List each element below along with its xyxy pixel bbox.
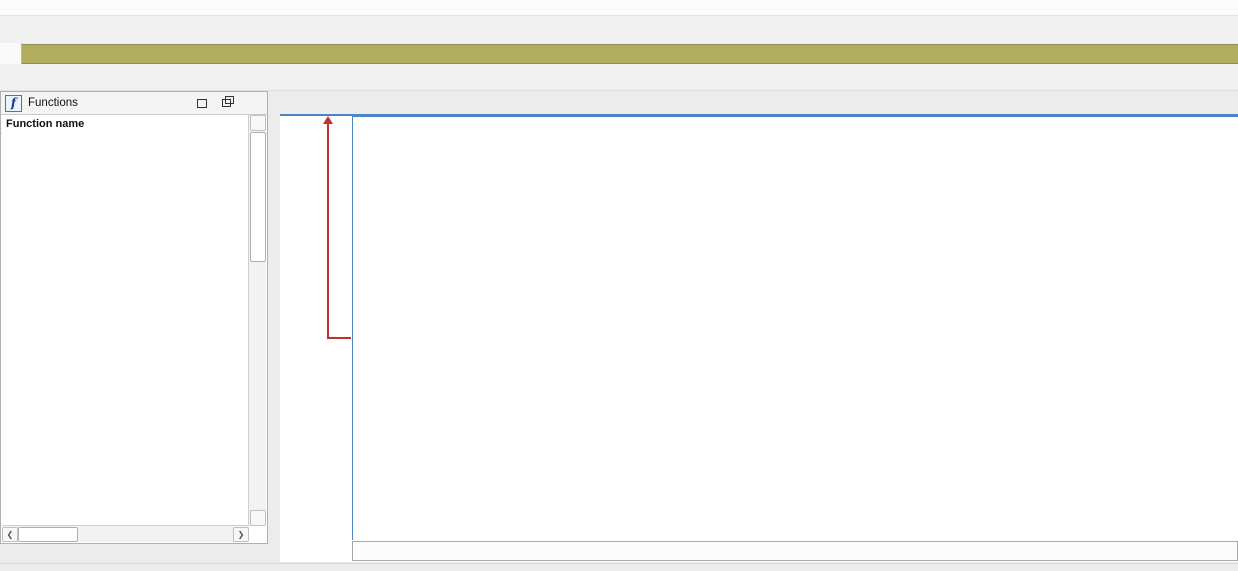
- navband-legend: [0, 64, 1238, 91]
- jump-arrow-line: [327, 122, 329, 339]
- navband-scroll-buttons: [0, 43, 22, 64]
- navband-left-icon[interactable]: [0, 43, 21, 53]
- workspace: [280, 90, 1238, 571]
- disassembly-status-bar: [352, 541, 1238, 561]
- functions-vertical-scrollbar[interactable]: [248, 115, 266, 526]
- functions-panel: f Functions Function name ❮ ❯: [0, 91, 268, 544]
- functions-list: [2, 133, 250, 528]
- view-tab-bar: [280, 90, 1238, 114]
- disassembly-listing[interactable]: [352, 116, 1238, 540]
- status-strip: [0, 563, 1238, 571]
- maximize-icon[interactable]: [195, 96, 209, 110]
- jump-arrow-gutter: [280, 116, 352, 540]
- toolbar: [0, 16, 1238, 44]
- functions-panel-titlebar[interactable]: f Functions: [1, 92, 267, 115]
- functions-panel-title: Functions: [28, 97, 195, 109]
- menu-bar: [0, 0, 1238, 16]
- ida-pro-window: f Functions Function name ❮ ❯: [0, 0, 1238, 571]
- disassembly-view[interactable]: [280, 116, 1238, 562]
- float-icon[interactable]: [219, 96, 233, 110]
- navigation-band[interactable]: [22, 44, 1238, 64]
- scrollbar-thumb[interactable]: [18, 527, 78, 542]
- scroll-right-icon[interactable]: ❯: [233, 527, 249, 542]
- scroll-left-icon[interactable]: ❮: [2, 527, 18, 542]
- function-name-column-header[interactable]: Function name: [1, 115, 267, 134]
- scrollbar-thumb[interactable]: [250, 132, 266, 262]
- navigation-band-row: [0, 43, 1238, 64]
- functions-horizontal-scrollbar[interactable]: ❮ ❯: [2, 525, 249, 542]
- scroll-down-icon[interactable]: [250, 510, 266, 526]
- navband-right-icon[interactable]: [0, 53, 21, 63]
- close-icon[interactable]: [243, 96, 257, 110]
- function-icon: f: [5, 95, 22, 112]
- jump-arrow-stub: [327, 337, 351, 339]
- scroll-up-icon[interactable]: [250, 115, 266, 131]
